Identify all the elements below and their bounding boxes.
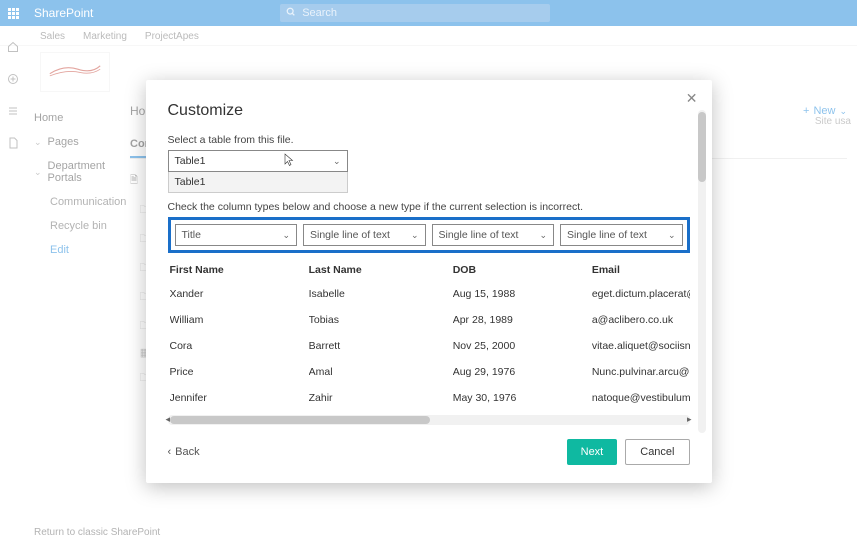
table-row: William Tobias Apr 28, 1989 a@aclibero.c… [168, 307, 690, 333]
chevron-down-icon: ⌄ [282, 230, 290, 241]
table-select[interactable]: Table1 ⌄ [168, 150, 348, 172]
modal-overlay: ✕ Customize Select a table from this fil… [0, 0, 857, 544]
chevron-left-icon: ‹ [168, 446, 172, 458]
column-type-select-2[interactable]: Single line of text⌄ [303, 224, 426, 246]
chevron-down-icon: ⌄ [539, 230, 547, 241]
customize-modal: ✕ Customize Select a table from this fil… [146, 80, 712, 483]
cursor-icon [283, 153, 295, 170]
cancel-button[interactable]: Cancel [625, 439, 689, 465]
close-button[interactable]: ✕ [686, 90, 698, 107]
scrollbar-thumb[interactable] [170, 416, 430, 424]
table-row: Xander Isabelle Aug 15, 1988 eget.dictum… [168, 281, 690, 307]
col-header: First Name [170, 264, 309, 276]
instruction-text: Check the column types below and choose … [168, 201, 690, 213]
selected-value: Table1 [175, 155, 206, 167]
modal-title: Customize [168, 102, 690, 120]
horizontal-scrollbar[interactable]: ◂ ▸ [168, 415, 690, 425]
column-type-select-1[interactable]: Title⌄ [175, 224, 298, 246]
scroll-right-icon[interactable]: ▸ [687, 414, 692, 425]
next-button[interactable]: Next [567, 439, 618, 465]
back-button[interactable]: ‹ Back [168, 446, 200, 458]
column-type-row: Title⌄ Single line of text⌄ Single line … [168, 217, 690, 253]
preview-header-row: First Name Last Name DOB Email [168, 259, 690, 281]
column-type-select-3[interactable]: Single line of text⌄ [432, 224, 555, 246]
chevron-down-icon: ⌄ [668, 230, 676, 241]
select-table-label: Select a table from this file. [168, 134, 690, 146]
chevron-down-icon: ⌄ [333, 156, 341, 167]
close-icon: ✕ [686, 90, 698, 106]
table-row: Jennifer Zahir May 30, 1976 natoque@vest… [168, 385, 690, 411]
table-dropdown-option[interactable]: Table1 [168, 172, 348, 193]
column-type-select-4[interactable]: Single line of text⌄ [560, 224, 683, 246]
scrollbar-thumb[interactable] [698, 112, 706, 182]
vertical-scrollbar[interactable] [698, 110, 706, 433]
col-header: Email [592, 264, 690, 276]
col-header: DOB [453, 264, 592, 276]
data-preview: First Name Last Name DOB Email Xander Is… [168, 259, 690, 411]
chevron-down-icon: ⌄ [411, 230, 419, 241]
table-row: Cora Barrett Nov 25, 2000 vitae.aliquet@… [168, 333, 690, 359]
col-header: Last Name [309, 264, 453, 276]
table-row: Price Amal Aug 29, 1976 Nunc.pulvinar.ar… [168, 359, 690, 385]
